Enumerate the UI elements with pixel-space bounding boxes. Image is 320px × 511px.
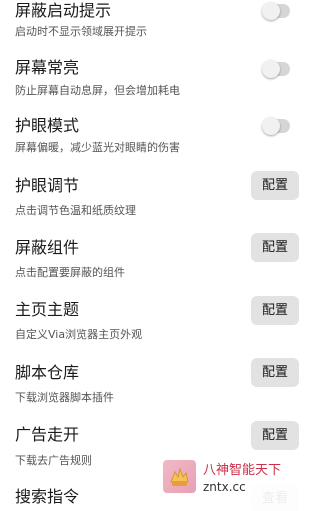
setting-subtitle: 下载浏览器脚本插件 — [15, 391, 114, 404]
setting-title: 脚本仓库 — [15, 363, 80, 382]
keep-screen-on-toggle[interactable] — [262, 60, 290, 78]
hide-startup-tip-toggle[interactable] — [262, 2, 290, 20]
setting-subtitle: 屏幕偏暖，减少蓝光对眼睛的伤害 — [15, 141, 180, 154]
block-components-config-button[interactable]: 配置 — [251, 233, 299, 262]
setting-title: 护眼调节 — [15, 176, 80, 195]
setting-row-homepage-theme[interactable]: 主页主题 自定义Via浏览器主页外观 配置 — [0, 296, 302, 358]
setting-row-keep-screen-on[interactable]: 屏幕常亮 防止屏幕自动息屏，但会增加耗电 — [0, 56, 302, 114]
setting-title: 屏蔽组件 — [15, 238, 80, 257]
setting-title: 广告走开 — [15, 425, 80, 444]
setting-row-script-repository[interactable]: 脚本仓库 下载浏览器脚本插件 配置 — [0, 358, 302, 420]
setting-title: 屏蔽启动提示 — [15, 1, 112, 20]
watermark-url: zntx.cc — [203, 480, 246, 494]
setting-row-eye-care-adjust[interactable]: 护眼调节 点击调节色温和纸质纹理 配置 — [0, 171, 302, 234]
setting-subtitle: 自定义Via浏览器主页外观 — [15, 328, 143, 341]
hand-icon — [170, 467, 189, 486]
setting-subtitle: 防止屏幕自动息屏，但会增加耗电 — [15, 84, 180, 97]
setting-row-block-components[interactable]: 屏蔽组件 点击配置要屏蔽的组件 配置 — [0, 233, 302, 296]
toggle-knob — [262, 2, 280, 20]
setting-title: 屏幕常亮 — [15, 58, 80, 77]
script-repository-config-button[interactable]: 配置 — [251, 358, 299, 387]
setting-subtitle: 启动时不显示领域展开提示 — [15, 25, 147, 38]
setting-row-eye-care-mode[interactable]: 护眼模式 屏幕偏暖，减少蓝光对眼睛的伤害 — [0, 114, 302, 172]
toggle-knob — [262, 117, 280, 135]
setting-subtitle: 点击配置要屏蔽的组件 — [15, 266, 125, 279]
toggle-knob — [262, 60, 280, 78]
setting-title: 搜索指令 — [15, 487, 80, 506]
ad-block-config-button[interactable]: 配置 — [251, 421, 299, 450]
homepage-theme-config-button[interactable]: 配置 — [251, 296, 299, 325]
eye-care-adjust-config-button[interactable]: 配置 — [251, 171, 299, 200]
setting-subtitle: 下载去广告规则 — [15, 454, 92, 467]
setting-title: 主页主题 — [15, 300, 80, 319]
setting-row-hide-startup-tip[interactable]: 屏蔽启动提示 启动时不显示领域展开提示 — [0, 0, 302, 56]
eye-care-mode-toggle[interactable] — [262, 117, 290, 135]
watermark-name: 八神智能天下 — [203, 463, 282, 478]
setting-title: 护眼模式 — [15, 116, 80, 135]
watermark-logo — [163, 460, 196, 493]
setting-subtitle: 点击调节色温和纸质纹理 — [15, 204, 136, 217]
site-watermark: 八神智能天下 zntx.cc — [163, 460, 302, 511]
